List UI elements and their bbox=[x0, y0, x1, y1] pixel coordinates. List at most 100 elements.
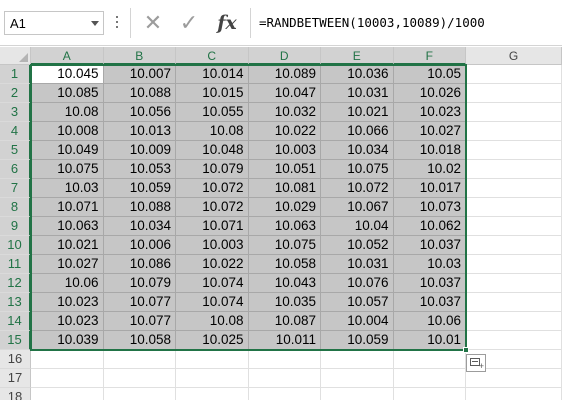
cell-c2[interactable]: 10.015 bbox=[176, 84, 249, 103]
cell-a1[interactable]: 10.045 bbox=[31, 65, 104, 84]
cell-e7[interactable]: 10.072 bbox=[321, 179, 394, 198]
cell-e18[interactable] bbox=[321, 388, 394, 400]
cell-d3[interactable]: 10.032 bbox=[248, 103, 321, 122]
cell-f14[interactable]: 10.06 bbox=[393, 312, 466, 331]
cell-c12[interactable]: 10.074 bbox=[176, 274, 249, 293]
name-box[interactable]: A1 bbox=[4, 11, 104, 35]
cell-c4[interactable]: 10.08 bbox=[176, 122, 249, 141]
cell-d1[interactable]: 10.089 bbox=[248, 65, 321, 84]
cell-a13[interactable]: 10.023 bbox=[31, 293, 104, 312]
cell-c8[interactable]: 10.072 bbox=[176, 198, 249, 217]
cell-d17[interactable] bbox=[248, 369, 321, 388]
cell-c17[interactable] bbox=[176, 369, 249, 388]
cell-f16[interactable] bbox=[393, 350, 466, 369]
cell-b2[interactable]: 10.088 bbox=[103, 84, 176, 103]
cell-e1[interactable]: 10.036 bbox=[321, 65, 394, 84]
insert-function-icon[interactable]: fx bbox=[212, 10, 242, 36]
enter-icon[interactable]: ✓ bbox=[174, 10, 204, 36]
cell-a4[interactable]: 10.008 bbox=[31, 122, 104, 141]
cell-b10[interactable]: 10.006 bbox=[103, 236, 176, 255]
cell-b18[interactable] bbox=[104, 388, 176, 400]
cell-e16[interactable] bbox=[321, 350, 394, 369]
cell-d6[interactable]: 10.051 bbox=[248, 160, 321, 179]
cell-g11[interactable] bbox=[466, 255, 562, 274]
cell-b14[interactable]: 10.077 bbox=[103, 312, 176, 331]
row-header-7[interactable]: 7 bbox=[0, 179, 31, 198]
row-header-2[interactable]: 2 bbox=[0, 84, 31, 103]
cell-c9[interactable]: 10.071 bbox=[176, 217, 249, 236]
row-header-13[interactable]: 13 bbox=[0, 293, 31, 312]
cell-e8[interactable]: 10.067 bbox=[321, 198, 394, 217]
cell-g3[interactable] bbox=[466, 103, 562, 122]
cell-b1[interactable]: 10.007 bbox=[103, 65, 176, 84]
chevron-down-icon[interactable] bbox=[91, 21, 99, 26]
cell-a9[interactable]: 10.063 bbox=[31, 217, 104, 236]
row-header-17[interactable]: 17 bbox=[0, 369, 31, 388]
cell-f18[interactable] bbox=[394, 388, 466, 400]
cell-d16[interactable] bbox=[248, 350, 321, 369]
cell-f4[interactable]: 10.027 bbox=[393, 122, 466, 141]
cell-f15[interactable]: 10.01 bbox=[393, 331, 466, 350]
cell-g14[interactable] bbox=[466, 312, 562, 331]
cell-d14[interactable]: 10.087 bbox=[248, 312, 321, 331]
cell-f9[interactable]: 10.062 bbox=[393, 217, 466, 236]
cell-g9[interactable] bbox=[466, 217, 562, 236]
cell-c3[interactable]: 10.055 bbox=[176, 103, 249, 122]
cell-a16[interactable] bbox=[31, 350, 104, 369]
column-header-e[interactable]: E bbox=[321, 47, 394, 65]
column-header-c[interactable]: C bbox=[176, 47, 249, 65]
cell-f7[interactable]: 10.017 bbox=[393, 179, 466, 198]
cell-c1[interactable]: 10.014 bbox=[176, 65, 249, 84]
cell-e6[interactable]: 10.075 bbox=[321, 160, 394, 179]
row-header-6[interactable]: 6 bbox=[0, 160, 31, 179]
cell-b12[interactable]: 10.079 bbox=[103, 274, 176, 293]
cell-d9[interactable]: 10.063 bbox=[248, 217, 321, 236]
row-header-18[interactable]: 18 bbox=[0, 388, 31, 400]
row-header-3[interactable]: 3 bbox=[0, 103, 31, 122]
cell-e5[interactable]: 10.034 bbox=[321, 141, 394, 160]
column-header-a[interactable]: A bbox=[31, 47, 104, 65]
cell-c13[interactable]: 10.074 bbox=[176, 293, 249, 312]
cell-d7[interactable]: 10.081 bbox=[248, 179, 321, 198]
cell-b8[interactable]: 10.088 bbox=[103, 198, 176, 217]
cell-b7[interactable]: 10.059 bbox=[103, 179, 176, 198]
cell-a11[interactable]: 10.027 bbox=[31, 255, 104, 274]
fill-handle[interactable] bbox=[463, 347, 469, 353]
cell-f13[interactable]: 10.037 bbox=[393, 293, 466, 312]
cell-e14[interactable]: 10.004 bbox=[321, 312, 394, 331]
cell-e15[interactable]: 10.059 bbox=[321, 331, 394, 350]
cell-e11[interactable]: 10.031 bbox=[321, 255, 394, 274]
cell-f12[interactable]: 10.037 bbox=[393, 274, 466, 293]
cell-a10[interactable]: 10.021 bbox=[31, 236, 104, 255]
cell-c14[interactable]: 10.08 bbox=[176, 312, 249, 331]
cell-g1[interactable] bbox=[466, 65, 562, 84]
cell-g18[interactable] bbox=[466, 388, 562, 400]
cell-a14[interactable]: 10.023 bbox=[31, 312, 104, 331]
cell-d13[interactable]: 10.035 bbox=[248, 293, 321, 312]
cell-c15[interactable]: 10.025 bbox=[176, 331, 249, 350]
more-options-icon[interactable] bbox=[113, 13, 121, 33]
formula-input[interactable]: =RANDBETWEEN(10003,10089)/1000 bbox=[250, 8, 562, 38]
row-header-9[interactable]: 9 bbox=[0, 217, 31, 236]
cell-c18[interactable] bbox=[176, 388, 249, 400]
cell-d12[interactable]: 10.043 bbox=[248, 274, 321, 293]
cell-f2[interactable]: 10.026 bbox=[393, 84, 466, 103]
column-header-f[interactable]: F bbox=[393, 47, 466, 65]
cell-e12[interactable]: 10.076 bbox=[321, 274, 394, 293]
cell-e9[interactable]: 10.04 bbox=[321, 217, 394, 236]
cell-a15[interactable]: 10.039 bbox=[31, 331, 104, 350]
cell-e10[interactable]: 10.052 bbox=[321, 236, 394, 255]
cell-b5[interactable]: 10.009 bbox=[103, 141, 176, 160]
cell-c16[interactable] bbox=[176, 350, 249, 369]
row-header-15[interactable]: 15 bbox=[0, 331, 31, 350]
cell-c11[interactable]: 10.022 bbox=[176, 255, 249, 274]
row-header-14[interactable]: 14 bbox=[0, 312, 31, 331]
row-header-1[interactable]: 1 bbox=[0, 65, 31, 84]
cell-g10[interactable] bbox=[466, 236, 562, 255]
cell-b16[interactable] bbox=[103, 350, 176, 369]
cell-a7[interactable]: 10.03 bbox=[31, 179, 104, 198]
cell-f1[interactable]: 10.05 bbox=[393, 65, 466, 84]
row-header-5[interactable]: 5 bbox=[0, 141, 31, 160]
cell-d15[interactable]: 10.011 bbox=[248, 331, 321, 350]
cell-a2[interactable]: 10.085 bbox=[31, 84, 104, 103]
